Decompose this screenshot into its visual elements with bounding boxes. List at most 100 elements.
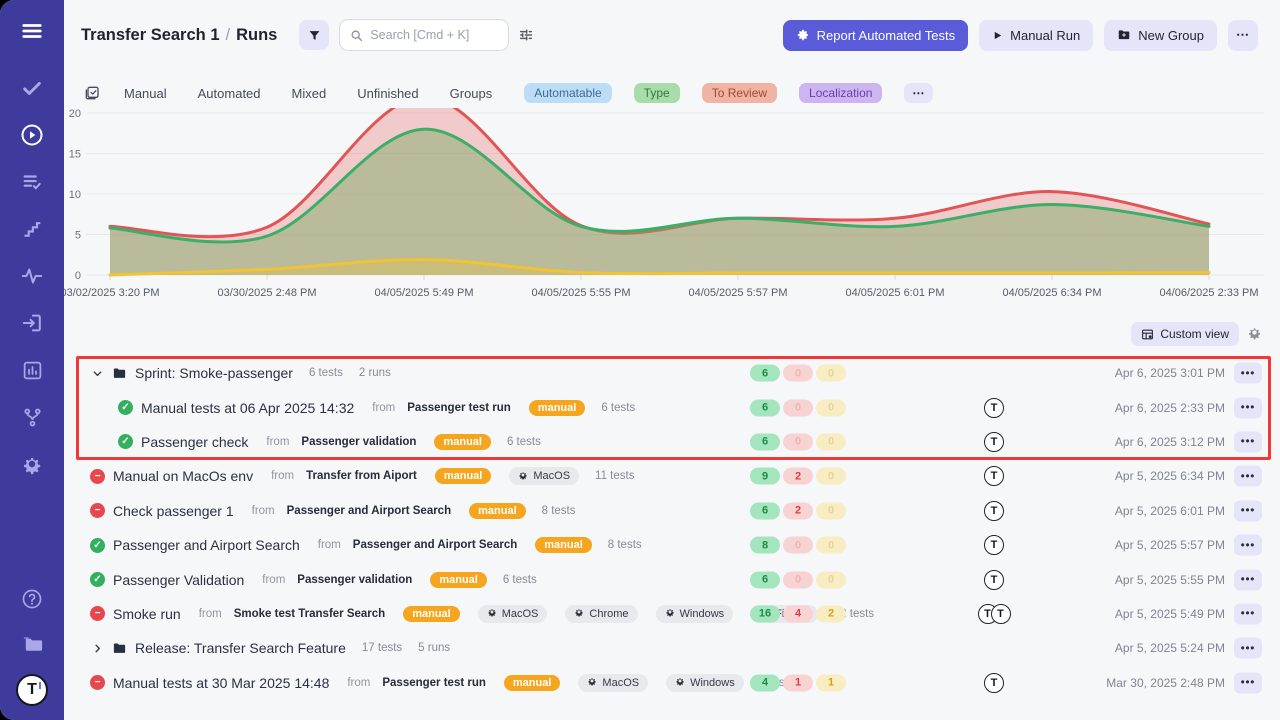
gear-icon — [675, 676, 685, 689]
run-source[interactable]: Passenger and Airport Search — [287, 505, 451, 517]
run-source[interactable]: Passenger validation — [301, 436, 416, 448]
row-more-button[interactable]: ••• — [1234, 466, 1262, 487]
result-pills: 600 — [750, 571, 846, 588]
avatar[interactable]: T — [984, 398, 1004, 418]
docs-folder-icon[interactable] — [19, 630, 45, 656]
settings-gear-icon[interactable] — [19, 451, 45, 477]
run-title[interactable]: Manual on MacOs env — [113, 468, 253, 484]
user-avatar[interactable]: T — [16, 674, 48, 706]
breadcrumb-project[interactable]: Transfer Search 1 — [81, 26, 220, 44]
tests-check-icon[interactable] — [19, 75, 45, 101]
env-chip-macos: MacOS — [509, 467, 579, 485]
result-pills: 1642 — [750, 605, 846, 622]
from-label: from — [252, 505, 275, 517]
run-title[interactable]: Passenger and Airport Search — [113, 537, 300, 553]
group-title[interactable]: Sprint: Smoke-passenger — [135, 365, 293, 381]
avatar[interactable]: T — [984, 570, 1004, 590]
table-gear-icon[interactable] — [1247, 325, 1262, 343]
assignee-avatars: T — [964, 398, 1024, 418]
failed-status-icon: − — [90, 606, 105, 621]
group-runs-count: 5 runs — [418, 642, 450, 654]
page-title: Runs — [236, 26, 277, 44]
funnel-icon — [308, 29, 321, 42]
from-label: from — [199, 608, 222, 620]
defects-pulse-icon[interactable] — [19, 263, 45, 289]
result-pills: 600 — [750, 399, 846, 416]
header-more-button[interactable]: ⋯ — [1228, 20, 1258, 51]
run-source[interactable]: Passenger validation — [297, 574, 412, 586]
row-more-button[interactable]: ••• — [1234, 397, 1262, 418]
run-source[interactable]: Transfer from Aiport — [306, 470, 417, 482]
login-box-icon[interactable] — [19, 310, 45, 336]
x-axis-label: 04/05/2025 5:57 PM — [688, 287, 787, 299]
row-more-button[interactable]: ••• — [1234, 535, 1262, 556]
filter-button[interactable] — [299, 20, 329, 50]
group-title[interactable]: Release: Transfer Search Feature — [135, 640, 346, 656]
avatar[interactable]: T — [984, 535, 1004, 555]
help-icon[interactable] — [19, 586, 45, 612]
row-more-button[interactable]: ••• — [1234, 638, 1262, 659]
from-label: from — [372, 402, 395, 414]
row-more-button[interactable]: ••• — [1234, 603, 1262, 624]
plans-list-icon[interactable] — [19, 169, 45, 195]
run-date: Mar 30, 2025 2:48 PM — [1106, 676, 1225, 690]
result-pills: 800 — [750, 537, 846, 554]
gear-icon — [487, 607, 497, 620]
avatar[interactable]: T — [984, 501, 1004, 521]
failed-status-icon: − — [90, 469, 105, 484]
robot-gear-icon — [796, 28, 810, 42]
row-more-button[interactable]: ••• — [1234, 500, 1262, 521]
assignee-avatars: T — [964, 432, 1024, 452]
manual-run-button[interactable]: Manual Run — [979, 20, 1093, 51]
row-more-button[interactable]: ••• — [1234, 672, 1262, 693]
failed-count-pill: 2 — [783, 468, 813, 485]
sidebar: T — [0, 0, 64, 720]
run-title[interactable]: Smoke run — [113, 606, 181, 622]
run-title[interactable]: Manual tests at 06 Apr 2025 14:32 — [141, 400, 354, 416]
passed-count-pill: 6 — [750, 502, 780, 519]
from-label: from — [318, 539, 341, 551]
avatar[interactable]: T — [991, 604, 1011, 624]
avatar[interactable]: T — [984, 432, 1004, 452]
chevron-down-icon[interactable] — [90, 366, 104, 380]
result-pills: 411 — [750, 674, 846, 691]
passed-count-pill: 16 — [750, 605, 780, 622]
result-pills: 600 — [750, 433, 846, 450]
run-title[interactable]: Passenger check — [141, 434, 248, 450]
avatar[interactable]: T — [984, 673, 1004, 693]
run-title[interactable]: Manual tests at 30 Mar 2025 14:48 — [113, 675, 329, 691]
run-tests-count: 6 tests — [503, 574, 537, 586]
search-box[interactable] — [339, 19, 509, 51]
row-more-button[interactable]: ••• — [1234, 569, 1262, 590]
run-row: −Manual tests at 30 Mar 2025 14:48fromPa… — [64, 666, 1280, 700]
branch-icon[interactable] — [19, 404, 45, 430]
runs-play-icon[interactable] — [19, 122, 45, 148]
env-chip-macos: MacOS — [478, 605, 548, 623]
main-content: Transfer Search 1/Runs — [64, 0, 1280, 720]
custom-view-button[interactable]: Custom view — [1131, 322, 1239, 346]
sliders-icon[interactable] — [518, 27, 534, 43]
milestones-steps-icon[interactable] — [19, 216, 45, 242]
run-date: Apr 6, 2025 2:33 PM — [1115, 401, 1225, 415]
run-title[interactable]: Passenger Validation — [113, 572, 244, 588]
new-group-button[interactable]: New Group — [1104, 20, 1217, 51]
analytics-chart-icon[interactable] — [19, 357, 45, 383]
search-input[interactable] — [370, 28, 490, 42]
run-tests-count: 11 tests — [595, 470, 634, 482]
report-automated-tests-button[interactable]: Report Automated Tests — [783, 20, 969, 51]
chevron-right-icon[interactable] — [90, 641, 104, 655]
run-date: Apr 5, 2025 5:49 PM — [1115, 607, 1225, 621]
failed-count-pill: 0 — [783, 537, 813, 554]
env-chip-label: Chrome — [589, 608, 628, 620]
row-more-button[interactable]: ••• — [1234, 363, 1262, 384]
avatar[interactable]: T — [984, 466, 1004, 486]
run-source[interactable]: Smoke test Transfer Search — [234, 608, 386, 620]
run-source[interactable]: Passenger test run — [407, 402, 511, 414]
skipped-count-pill: 0 — [816, 502, 846, 519]
menu-icon[interactable] — [19, 18, 45, 44]
run-date: Apr 6, 2025 3:12 PM — [1115, 435, 1225, 449]
run-title[interactable]: Check passenger 1 — [113, 503, 234, 519]
run-source[interactable]: Passenger test run — [382, 677, 486, 689]
row-more-button[interactable]: ••• — [1234, 431, 1262, 452]
run-source[interactable]: Passenger and Airport Search — [353, 539, 517, 551]
